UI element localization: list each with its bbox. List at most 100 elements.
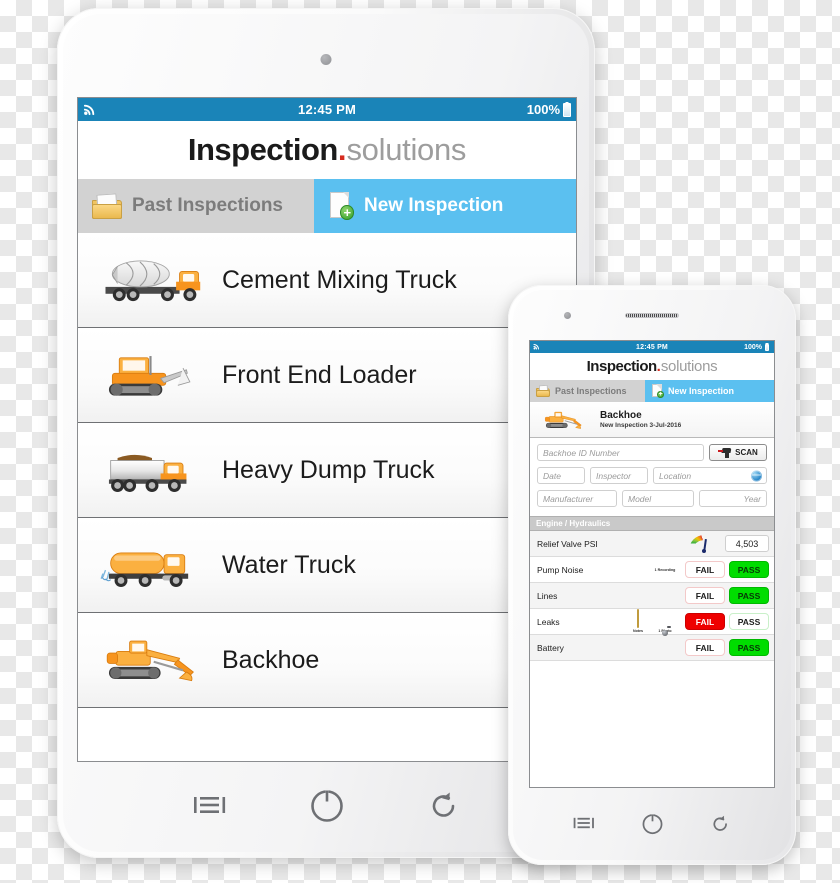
gauge-icon	[689, 535, 719, 553]
checklist: Relief Valve PSI 4,503 Pump Noise 1 Recordi…	[530, 531, 774, 661]
tab-past-inspections[interactable]: Past Inspections	[530, 380, 645, 402]
checklist-row-label: Lines	[537, 590, 558, 601]
relief-valve-psi-value[interactable]: 4,503	[725, 535, 769, 552]
equipment-list-item-label: Cement Mixing Truck	[222, 265, 457, 294]
year-input[interactable]: Year	[699, 490, 767, 507]
checklist-row-media: 1 Recording	[654, 567, 676, 572]
location-placeholder: Location	[659, 470, 692, 481]
checklist-row: Battery FAIL PASS	[530, 635, 774, 661]
app-brand: Inspection.solutions	[530, 353, 774, 380]
tab-new-inspection[interactable]: + New Inspection	[645, 380, 774, 402]
back-rotate-icon[interactable]	[710, 813, 731, 834]
phone-speaker-grille	[625, 313, 679, 318]
status-bar-time: 12:45 PM	[298, 102, 356, 117]
date-input[interactable]: Date	[537, 467, 585, 484]
tab-past-inspections[interactable]: Past Inspections	[78, 179, 314, 233]
document-add-icon: +	[328, 192, 354, 220]
back-rotate-icon[interactable]	[427, 788, 461, 822]
fail-button[interactable]: FAIL	[685, 587, 725, 604]
backhoe-icon	[536, 407, 592, 433]
model-input[interactable]: Model	[622, 490, 694, 507]
power-icon[interactable]	[640, 811, 665, 836]
phone-device: 12:45 PM 100% Inspection.solutions Past …	[508, 285, 796, 865]
form-row-meta: Date Inspector Location	[537, 467, 767, 484]
cement-mixer-truck-icon	[100, 249, 204, 311]
scan-button[interactable]: SCAN	[709, 444, 767, 461]
inspection-form: Backhoe ID Number SCAN Date Inspector Lo…	[530, 438, 774, 516]
brand-name-secondary: solutions	[660, 358, 718, 375]
status-bar-time: 12:45 PM	[636, 343, 668, 351]
subject-subtitle: New Inspection 3-Jul-2016	[600, 422, 682, 429]
section-header-engine-hydraulics: Engine / Hydraulics	[530, 516, 774, 531]
equipment-list-item[interactable]: Heavy Dump Truck	[78, 423, 576, 518]
water-truck-icon	[100, 534, 204, 596]
tab-new-inspection-label: New Inspection	[364, 195, 504, 216]
equipment-list-item-label: Water Truck	[222, 550, 356, 579]
fail-button[interactable]: FAIL	[685, 613, 725, 630]
location-input[interactable]: Location	[653, 467, 767, 484]
equipment-list-item-label: Front End Loader	[222, 360, 417, 389]
checklist-row-label: Relief Valve PSI	[537, 538, 598, 549]
battery-full-icon	[765, 343, 769, 351]
tab-new-inspection-label: New Inspection	[668, 386, 735, 396]
tab-past-inspections-label: Past Inspections	[132, 195, 283, 216]
tablet-screen: 12:45 PM 100% Inspection.solutions Past …	[77, 97, 577, 762]
form-row-equipment-details: Manufacturer Model Year	[537, 490, 767, 507]
notes-attachment[interactable]: Notes	[627, 609, 649, 633]
pass-button[interactable]: PASS	[729, 613, 769, 630]
equipment-list-item-label: Heavy Dump Truck	[222, 455, 435, 484]
microphone-attachment[interactable]: 1 Recording	[654, 567, 676, 572]
document-add-icon: +	[651, 384, 664, 398]
inspector-placeholder: Inspector	[596, 470, 631, 481]
backhoe-icon	[100, 629, 204, 691]
app-brand: Inspection.solutions	[78, 121, 576, 179]
power-icon[interactable]	[307, 785, 347, 825]
equipment-id-input[interactable]: Backhoe ID Number	[537, 444, 704, 461]
tab-past-inspections-label: Past Inspections	[555, 386, 627, 396]
checklist-row-media: Notes 1 Photo	[627, 609, 676, 633]
pass-button[interactable]: PASS	[729, 587, 769, 604]
checklist-row-label: Battery	[537, 642, 564, 653]
fail-button[interactable]: FAIL	[685, 561, 725, 578]
menu-icon[interactable]	[193, 793, 227, 817]
equipment-list: Cement Mixing Truck Front End Loader Hea…	[78, 233, 576, 708]
battery-indicator: 100%	[744, 343, 769, 351]
pass-button[interactable]: PASS	[729, 639, 769, 656]
menu-icon[interactable]	[573, 815, 595, 831]
manufacturer-input[interactable]: Manufacturer	[537, 490, 617, 507]
front-end-loader-icon	[100, 344, 204, 406]
phone-front-camera-icon	[564, 312, 571, 319]
checklist-row: Lines FAIL PASS	[530, 583, 774, 609]
status-bar: 12:45 PM 100%	[530, 341, 774, 353]
checklist-row: Leaks Notes 1 Photo FAILPASS	[530, 609, 774, 635]
equipment-list-item[interactable]: Front End Loader	[78, 328, 576, 423]
manufacturer-placeholder: Manufacturer	[543, 493, 594, 504]
tab-bar: Past Inspections + New Inspection	[78, 179, 576, 233]
checklist-row: Relief Valve PSI 4,503	[530, 531, 774, 557]
pass-button[interactable]: PASS	[729, 561, 769, 578]
checklist-row-label: Leaks	[537, 616, 560, 627]
form-row-id: Backhoe ID Number SCAN	[537, 444, 767, 461]
battery-indicator: 100%	[527, 102, 571, 117]
tab-new-inspection[interactable]: + New Inspection	[314, 179, 576, 233]
tab-bar: Past Inspections + New Inspection	[530, 380, 774, 402]
equipment-list-item[interactable]: Cement Mixing Truck	[78, 233, 576, 328]
screenshot-canvas: 12:45 PM 100% Inspection.solutions Past …	[0, 0, 840, 883]
equipment-list-item[interactable]: Backhoe	[78, 613, 576, 708]
barcode-scanner-icon	[718, 447, 732, 458]
inspector-input[interactable]: Inspector	[590, 467, 648, 484]
globe-icon[interactable]	[751, 470, 762, 481]
status-bar: 12:45 PM 100%	[78, 98, 576, 121]
folder-icon	[536, 384, 550, 397]
inspection-subject-header: Backhoe New Inspection 3-Jul-2016	[530, 402, 774, 438]
attachment-label: 1 Recording	[654, 568, 676, 572]
fail-button[interactable]: FAIL	[685, 639, 725, 656]
checklist-row-label: Pump Noise	[537, 564, 584, 575]
equipment-id-placeholder: Backhoe ID Number	[543, 447, 620, 458]
brand-name-primary: Inspection	[586, 358, 658, 375]
brand-name-primary: Inspection	[187, 132, 339, 167]
brand-name-secondary: solutions	[346, 132, 467, 167]
attachment-label: Notes	[633, 629, 643, 633]
camera-attachment[interactable]: 1 Photo	[654, 628, 676, 633]
equipment-list-item[interactable]: Water Truck	[78, 518, 576, 613]
